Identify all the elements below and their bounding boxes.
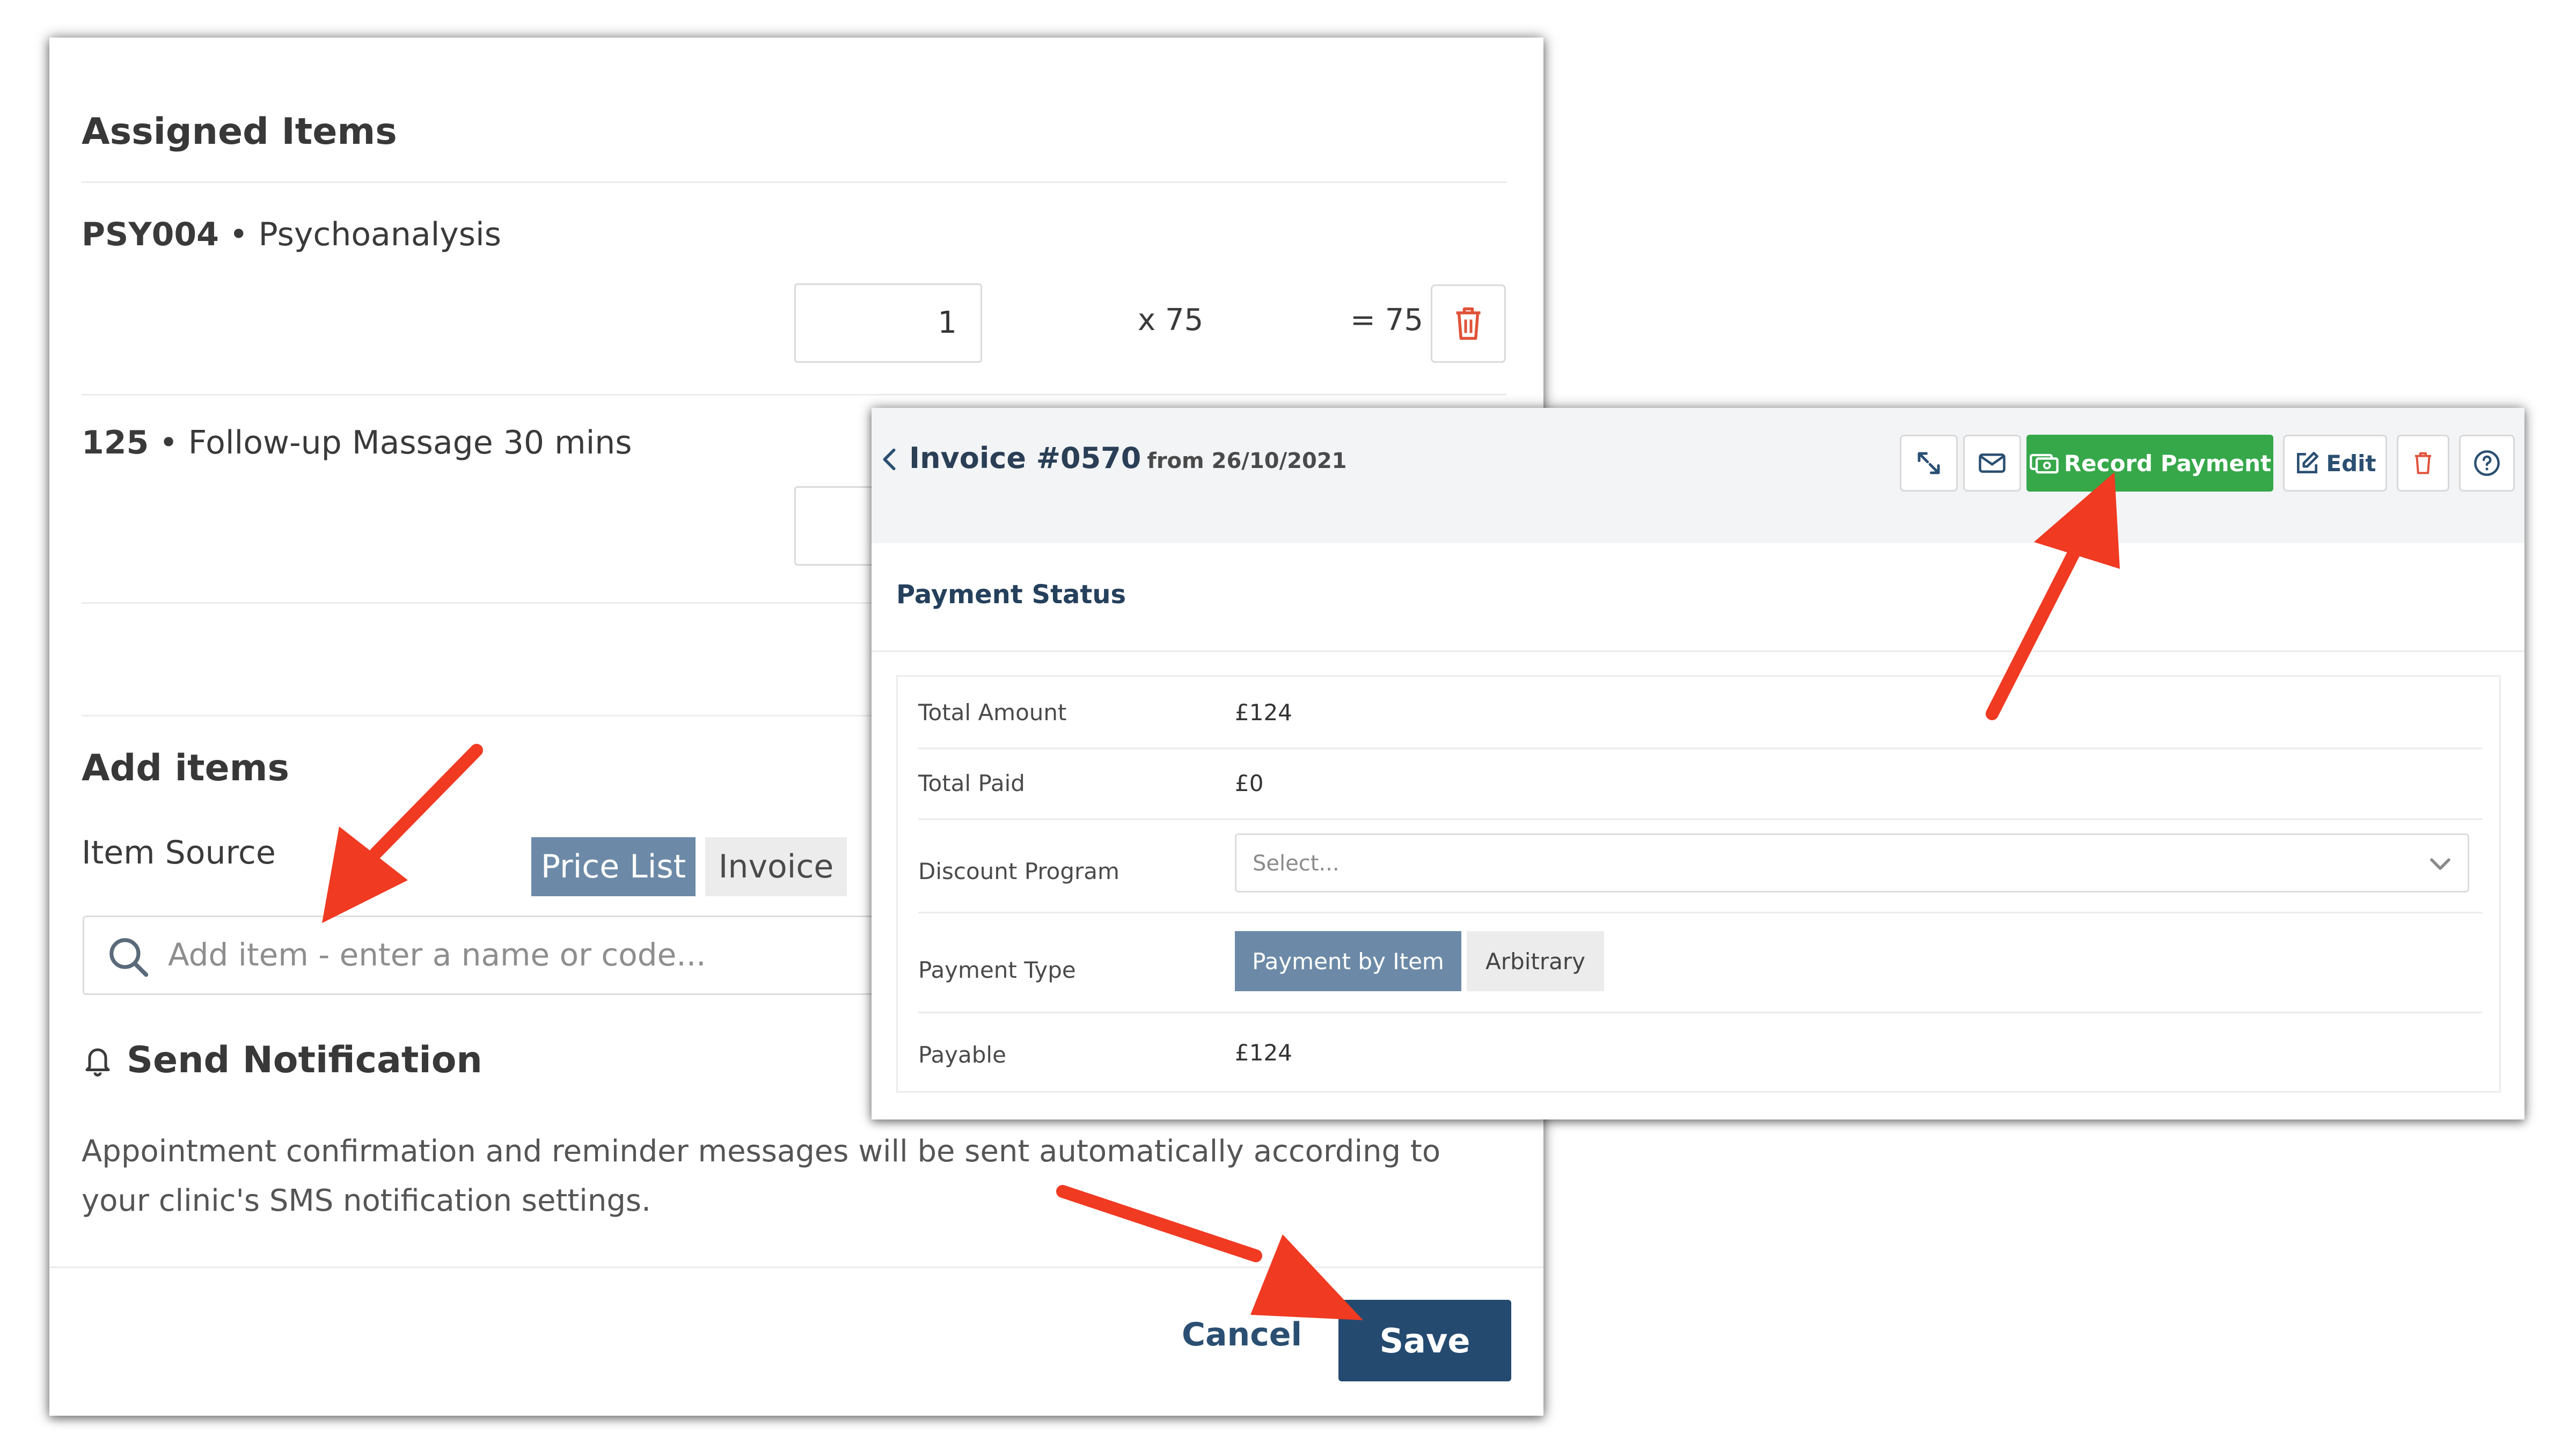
item-code: 125 xyxy=(82,424,149,462)
item-source-label: Item Source xyxy=(82,834,276,872)
item-code: PSY004 xyxy=(82,216,219,253)
divider xyxy=(872,650,2524,652)
payable-label: Payable xyxy=(918,1042,1006,1068)
invoice-title: Invoice #0570 xyxy=(909,441,1141,475)
divider xyxy=(82,181,1507,183)
invoice-date: from 26/10/2021 xyxy=(1147,449,1347,473)
quantity-input[interactable]: 1 xyxy=(794,283,982,363)
invoice-title-group: Invoice #0570 from 26/10/2021 xyxy=(909,441,1347,475)
discount-program-select[interactable]: Select... xyxy=(1235,833,2469,892)
notification-text-line1: Appointment confirmation and reminder me… xyxy=(82,1134,1441,1169)
divider xyxy=(82,394,1507,396)
item-name: Psychoanalysis xyxy=(258,216,501,253)
expand-icon xyxy=(1918,452,1940,474)
record-payment-label: Record Payment xyxy=(2063,450,2272,477)
notification-description: Appointment confirmation and reminder me… xyxy=(82,1127,1440,1226)
total-amount-label: Total Amount xyxy=(918,699,1067,726)
divider xyxy=(918,748,2482,749)
chevron-left-icon[interactable] xyxy=(882,448,896,471)
edit-icon xyxy=(2297,451,2319,473)
notification-text-line2: your clinic's SMS notification settings. xyxy=(82,1183,651,1218)
item-multiplier: x 75 xyxy=(1138,303,1204,338)
assigned-items-title: Assigned Items xyxy=(82,111,397,153)
invoice-header: Invoice #0570 from 26/10/2021 Record Pay… xyxy=(872,408,2524,543)
delete-invoice-button[interactable] xyxy=(2397,435,2449,492)
total-paid-label: Total Paid xyxy=(918,770,1025,796)
send-notification-heading: Send Notification xyxy=(82,1039,482,1081)
invoice-panel: Invoice #0570 from 26/10/2021 Record Pay… xyxy=(872,408,2524,1119)
bell-icon xyxy=(85,1048,110,1077)
total-paid-value: £0 xyxy=(1235,770,1264,796)
help-button[interactable] xyxy=(2459,435,2515,492)
discount-program-label: Discount Program xyxy=(918,858,1119,884)
discount-placeholder: Select... xyxy=(1253,851,1340,876)
send-notification-title: Send Notification xyxy=(127,1039,482,1081)
cancel-button[interactable]: Cancel xyxy=(1182,1316,1302,1353)
delete-item-button[interactable] xyxy=(1431,284,1506,363)
trash-icon xyxy=(2415,452,2431,474)
chevron-down-icon xyxy=(2430,858,2450,870)
source-invoice-button[interactable]: Invoice xyxy=(705,837,847,896)
source-price-list-button[interactable]: Price List xyxy=(531,837,696,896)
payment-status-table: Total Amount £124 Total Paid £0 Discount… xyxy=(896,675,2501,1093)
add-item-search[interactable]: Add item - enter a name or code... xyxy=(83,916,920,995)
record-payment-button[interactable]: Record Payment xyxy=(2026,435,2273,492)
item-name: Follow-up Massage 30 mins xyxy=(188,424,632,462)
mail-icon xyxy=(1979,453,2006,473)
item-separator: • xyxy=(149,424,188,462)
arbitrary-button[interactable]: Arbitrary xyxy=(1467,931,1604,991)
assigned-item-1: PSY004 • Psychoanalysis xyxy=(82,216,501,253)
item-separator: • xyxy=(218,216,259,253)
add-items-title: Add items xyxy=(82,747,289,789)
payment-type-label: Payment Type xyxy=(918,957,1076,983)
save-button[interactable]: Save xyxy=(1338,1300,1511,1381)
divider xyxy=(918,818,2482,820)
assigned-item-2: 125 • Follow-up Massage 30 mins xyxy=(82,424,632,462)
item-total: = 75 xyxy=(1350,303,1423,338)
help-icon xyxy=(2474,450,2500,476)
edit-button[interactable]: Edit xyxy=(2283,435,2387,492)
trash-icon xyxy=(1456,307,1481,340)
search-placeholder: Add item - enter a name or code... xyxy=(168,936,706,973)
edit-label: Edit xyxy=(2326,450,2376,477)
money-icon xyxy=(2029,453,2059,474)
expand-button[interactable] xyxy=(1900,435,1958,492)
total-amount-value: £124 xyxy=(1235,699,1292,726)
payment-status-title: Payment Status xyxy=(896,580,1126,610)
payment-by-item-button[interactable]: Payment by Item xyxy=(1235,931,1461,991)
footer-divider xyxy=(49,1267,1543,1268)
payable-value: £124 xyxy=(1235,1040,1292,1066)
divider xyxy=(918,912,2482,913)
search-icon xyxy=(109,938,149,977)
divider xyxy=(918,1012,2482,1013)
email-button[interactable] xyxy=(1963,435,2021,492)
